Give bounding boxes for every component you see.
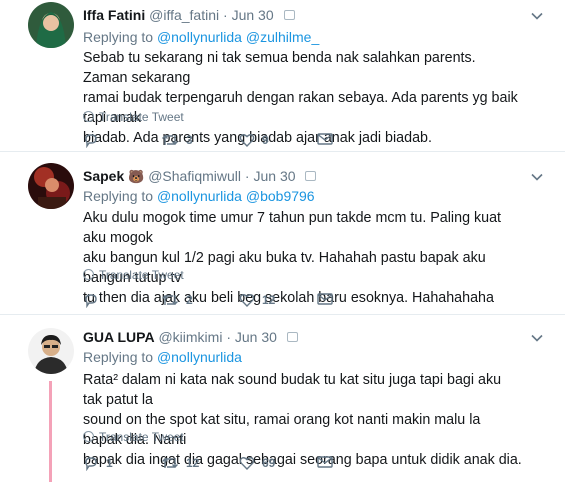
mention-link[interactable]: @nollynurlida: [157, 188, 242, 204]
translate-label: Translate Tweet: [99, 268, 184, 282]
dm-button[interactable]: [317, 132, 333, 146]
display-name[interactable]: GUA LUPA: [83, 329, 155, 345]
replying-label: Replying to: [83, 349, 154, 365]
replying-to: Replying to @nollynurlida @bob9796: [83, 187, 315, 205]
like-button[interactable]: 12: [239, 292, 275, 308]
dm-button[interactable]: [317, 455, 333, 469]
separator: ·: [223, 7, 228, 23]
translate-label: Translate Tweet: [99, 110, 184, 124]
device-icon: [305, 171, 317, 182]
display-name[interactable]: Iffa Fatini: [83, 7, 145, 23]
envelope-icon: [317, 133, 333, 145]
device-icon: [283, 10, 295, 21]
tweet-text: Sebab tu sekarang ni tak semua benda nak…: [83, 48, 523, 148]
envelope-icon: [317, 293, 333, 305]
tweet-text-line: Rata² dalam ni kata nak sound budak tu k…: [83, 372, 502, 408]
reply-button[interactable]: 1: [83, 455, 113, 471]
device-icon: [286, 332, 298, 343]
reply-button[interactable]: [83, 132, 106, 148]
like-button[interactable]: 9: [239, 132, 269, 148]
tweet-text-line: bapak dia ingat dia gagal sebagai seoran…: [83, 452, 522, 468]
username[interactable]: @kiimkimi: [158, 329, 222, 345]
bear-emoji: 🐻: [128, 169, 145, 184]
reply-icon: [85, 134, 97, 148]
chevron-down-icon[interactable]: [531, 12, 543, 20]
avatar[interactable]: [28, 163, 74, 209]
tweet-header: Iffa Fatini @iffa_fatini · Jun 30: [83, 6, 295, 24]
mention-link[interactable]: @bob9796: [246, 188, 315, 204]
separator: ·: [226, 329, 231, 345]
separator: ·: [244, 168, 250, 184]
mention-link[interactable]: @zulhilme_: [246, 29, 319, 45]
retweet-icon: [162, 135, 178, 145]
reply-icon: [85, 457, 97, 471]
tweet-text-line: Sebab tu sekarang ni tak semua benda nak…: [83, 50, 476, 86]
reply-count: 1: [106, 456, 113, 470]
tweet-text-line: tu then dia ajak aku beli beg sekolah ba…: [83, 290, 494, 306]
translate-tweet-link[interactable]: Translate Tweet: [83, 430, 184, 444]
tweet-header: GUA LUPA @kiimkimi · Jun 30: [83, 328, 298, 346]
replying-label: Replying to: [83, 188, 154, 204]
retweet-button[interactable]: 2: [161, 292, 193, 308]
username[interactable]: @iffa_fatini: [149, 7, 219, 23]
reply-icon: [85, 294, 97, 308]
retweet-count: 12: [186, 456, 200, 470]
heart-icon: [239, 457, 255, 470]
globe-icon: [83, 269, 94, 281]
mention-link[interactable]: @nollynurlida: [157, 29, 242, 45]
retweet-count: 2: [186, 293, 193, 307]
retweet-button[interactable]: 12: [161, 455, 199, 471]
tweet-date[interactable]: Jun 30: [232, 7, 274, 23]
globe-icon: [83, 111, 94, 123]
retweet-icon: [162, 295, 178, 305]
tweet-date[interactable]: Jun 30: [253, 168, 295, 184]
mention-link[interactable]: @nollynurlida: [157, 349, 242, 365]
chevron-down-icon[interactable]: [531, 173, 543, 181]
translate-tweet-link[interactable]: Translate Tweet: [83, 110, 184, 124]
tweet-text-line: biadab. Ada parents yang biadab ajar ana…: [83, 130, 432, 146]
tweet-text: Rata² dalam ni kata nak sound budak tu k…: [83, 370, 523, 470]
heart-icon: [239, 294, 255, 307]
thread-line: [49, 381, 52, 482]
tweet-date[interactable]: Jun 30: [235, 329, 277, 345]
reply-button[interactable]: [83, 292, 106, 308]
envelope-icon: [317, 456, 333, 468]
retweet-count: 3: [186, 133, 193, 147]
translate-label: Translate Tweet: [99, 430, 184, 444]
dm-button[interactable]: [317, 292, 333, 306]
heart-icon: [239, 134, 255, 147]
like-count: 12: [262, 293, 276, 307]
avatar[interactable]: [28, 2, 74, 48]
replying-label: Replying to: [83, 29, 154, 45]
like-count: 9: [262, 133, 269, 147]
chevron-down-icon[interactable]: [531, 334, 543, 342]
username[interactable]: @Shafiqmiwull: [148, 168, 241, 184]
like-count: 69: [262, 456, 276, 470]
retweet-button[interactable]: 3: [161, 132, 193, 148]
tweet-header: Sapek 🐻 @Shafiqmiwull · Jun 30: [83, 167, 317, 186]
globe-icon: [83, 431, 94, 443]
tweet-text: Aku dulu mogok time umur 7 tahun pun tak…: [83, 208, 523, 308]
translate-tweet-link[interactable]: Translate Tweet: [83, 268, 184, 282]
replying-to: Replying to @nollynurlida @zulhilme_: [83, 28, 319, 46]
tweet-text-line: Aku dulu mogok time umur 7 tahun pun tak…: [83, 210, 502, 246]
like-button[interactable]: 69: [239, 455, 275, 471]
avatar[interactable]: [28, 328, 74, 374]
retweet-icon: [162, 458, 178, 468]
display-name[interactable]: Sapek: [83, 168, 124, 184]
replying-to: Replying to @nollynurlida: [83, 348, 242, 366]
